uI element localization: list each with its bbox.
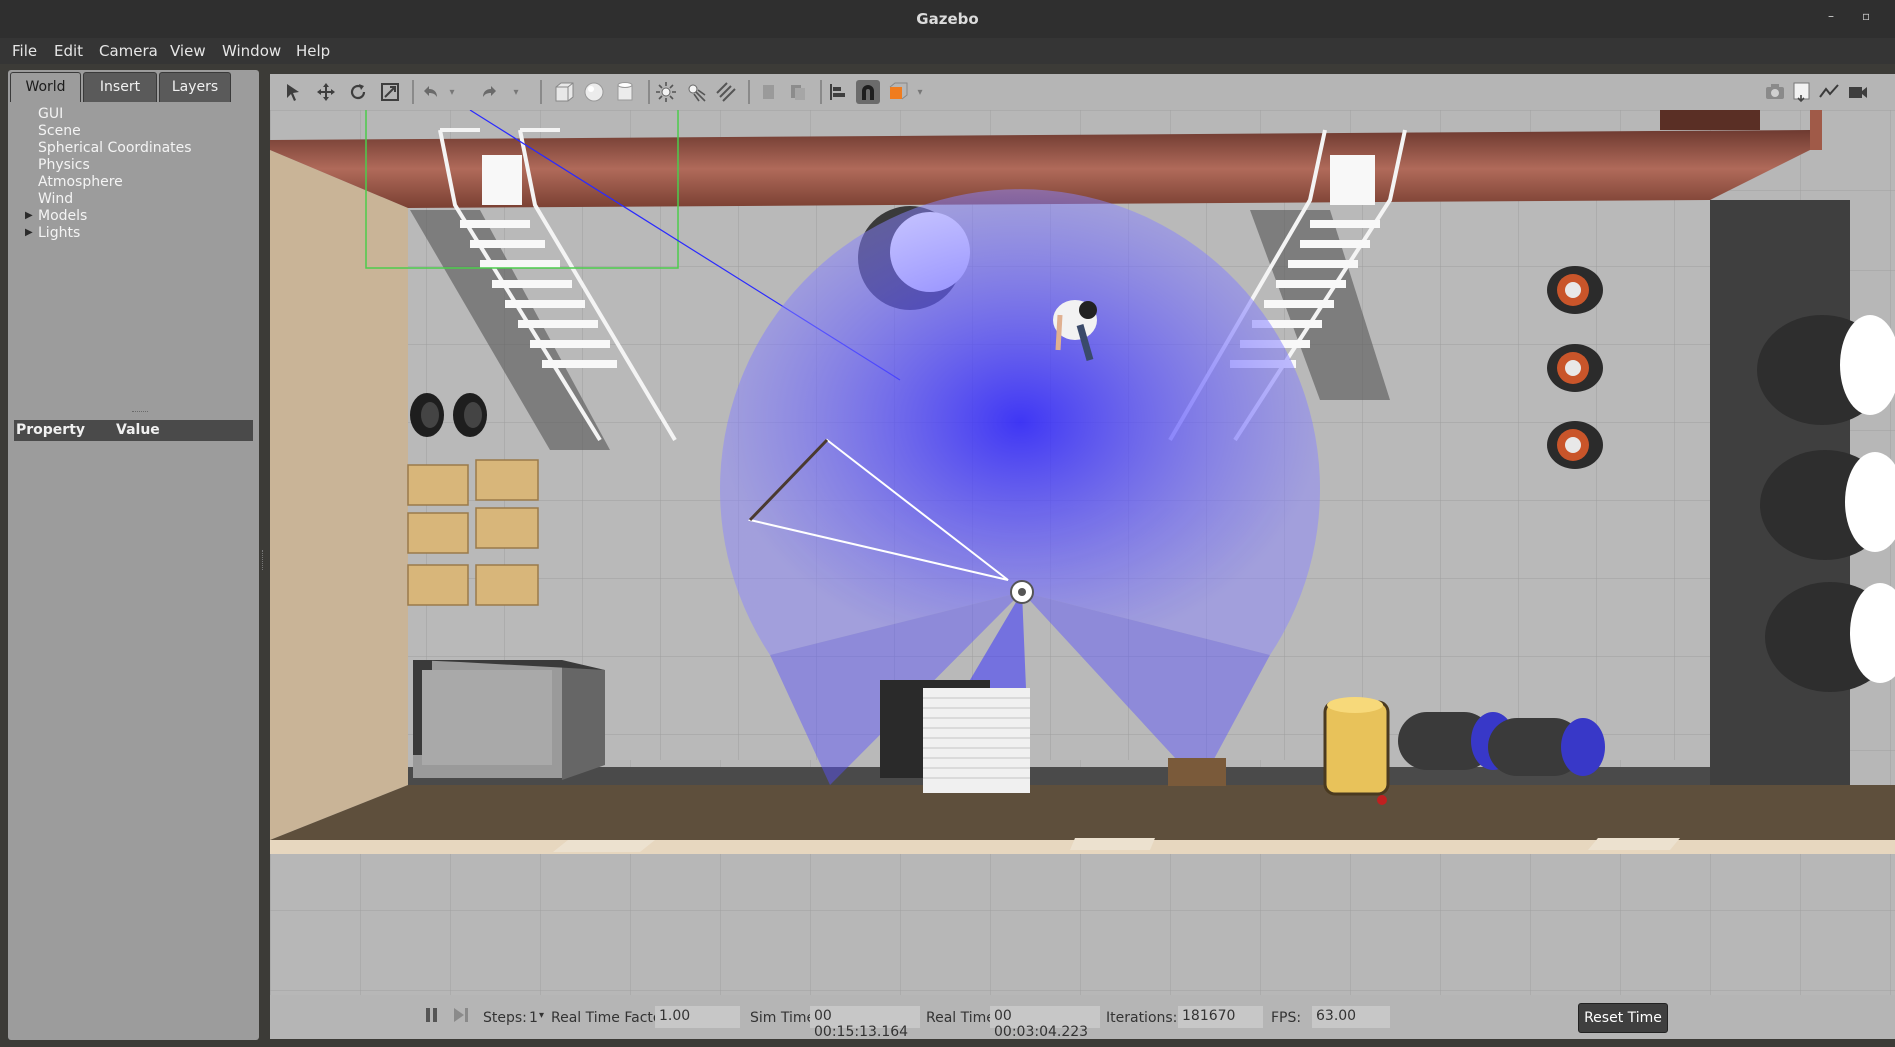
snap-icon[interactable] (856, 80, 880, 104)
rotate-icon[interactable] (346, 80, 370, 104)
toolbar: ▾ ▾ ▾ (270, 74, 1895, 110)
undo-dropdown-icon[interactable]: ▾ (440, 80, 464, 104)
wall-barrels (1757, 315, 1895, 692)
view-angle-dropdown-icon[interactable]: ▾ (908, 80, 932, 104)
video-record-icon[interactable] (1846, 80, 1870, 104)
scene-viewport[interactable] (270, 110, 1895, 995)
select-arrow-icon[interactable] (282, 80, 306, 104)
steps-value[interactable]: 1 (529, 1010, 538, 1026)
copy-icon[interactable] (756, 80, 780, 104)
real-time-factor-label: Real Time Factor: (551, 1010, 672, 1026)
toolbar-separator (820, 80, 822, 104)
restore-button[interactable]: ▫ (1862, 9, 1870, 23)
fps-label: FPS: (1271, 1010, 1302, 1026)
value-column-header: Value (116, 422, 160, 438)
iterations-label: Iterations: (1106, 1010, 1178, 1026)
view-angle-icon[interactable] (886, 80, 910, 104)
window-title: Gazebo (916, 10, 979, 28)
steps-dropdown-icon[interactable]: ▾ (539, 1010, 544, 1021)
align-icon[interactable] (826, 80, 850, 104)
fps-value: 63.00 (1312, 1006, 1390, 1028)
simulation-status-bar: Steps: 1 ▾ Real Time Factor: 1.00 Sim Ti… (270, 995, 1895, 1040)
menu-edit[interactable]: Edit (54, 42, 83, 60)
side-panel-splitter[interactable] (262, 550, 265, 570)
real-time-factor-value: 1.00 (655, 1006, 740, 1028)
scale-icon[interactable] (378, 80, 402, 104)
panel-splitter-handle[interactable] (132, 411, 148, 414)
scene-render (270, 110, 1895, 995)
screenshot-icon[interactable] (1763, 80, 1787, 104)
pause-icon[interactable] (422, 1005, 444, 1027)
menu-camera[interactable]: Camera (99, 42, 158, 60)
toolbar-separator (540, 80, 542, 104)
steps-label: Steps: (483, 1010, 527, 1026)
tree-item-scene[interactable]: Scene (38, 123, 81, 139)
menu-view[interactable]: View (170, 42, 206, 60)
tab-world[interactable]: World (10, 72, 81, 102)
minimize-button[interactable]: – (1828, 9, 1834, 23)
property-column-header: Property (16, 422, 86, 438)
sim-time-value: 00 00:15:13.164 (810, 1006, 920, 1040)
tree-item-atmosphere[interactable]: Atmosphere (38, 174, 123, 190)
point-light-icon[interactable] (654, 80, 678, 104)
property-table-header: Property Value (14, 420, 253, 441)
tree-item-gui[interactable]: GUI (38, 106, 63, 122)
tree-item-wind[interactable]: Wind (38, 191, 73, 207)
tab-insert[interactable]: Insert (83, 72, 157, 102)
log-icon[interactable] (1790, 80, 1814, 104)
menu-window[interactable]: Window (222, 42, 281, 60)
cylinder-icon[interactable] (613, 80, 637, 104)
plot-icon[interactable] (1817, 80, 1841, 104)
real-time-label: Real Time: (926, 1010, 1000, 1026)
window-titlebar: Gazebo – ▫ (0, 0, 1895, 38)
toolbar-separator (748, 80, 750, 104)
toolbar-separator (648, 80, 650, 104)
toolbar-separator (412, 80, 414, 104)
tree-item-spherical-coordinates[interactable]: Spherical Coordinates (38, 140, 192, 156)
menu-help[interactable]: Help (296, 42, 330, 60)
tree-item-models[interactable]: Models (38, 208, 87, 224)
tree-item-lights[interactable]: Lights (38, 225, 80, 241)
traffic-cones (1547, 266, 1603, 469)
expand-arrow-icon[interactable]: ▶ (25, 210, 33, 221)
expand-arrow-icon[interactable]: ▶ (25, 227, 33, 238)
sphere-icon[interactable] (582, 80, 606, 104)
redo-dropdown-icon[interactable]: ▾ (504, 80, 528, 104)
redo-icon[interactable] (478, 80, 502, 104)
lying-cylinders (1398, 712, 1605, 776)
paste-icon[interactable] (786, 80, 810, 104)
directional-light-icon[interactable] (714, 80, 738, 104)
step-icon[interactable] (450, 1005, 472, 1027)
spot-light-icon[interactable] (684, 80, 708, 104)
menu-file[interactable]: File (12, 42, 37, 60)
undo-icon[interactable] (418, 80, 442, 104)
translate-icon[interactable] (314, 80, 338, 104)
tab-layers[interactable]: Layers (159, 72, 231, 102)
iterations-value: 181670 (1178, 1006, 1263, 1028)
box-icon[interactable] (552, 80, 576, 104)
real-time-value: 00 00:03:04.223 (990, 1006, 1100, 1040)
tree-item-physics[interactable]: Physics (38, 157, 90, 173)
reset-time-button[interactable]: Reset Time (1578, 1003, 1668, 1033)
menu-bar: File Edit Camera View Window Help (0, 38, 1895, 64)
